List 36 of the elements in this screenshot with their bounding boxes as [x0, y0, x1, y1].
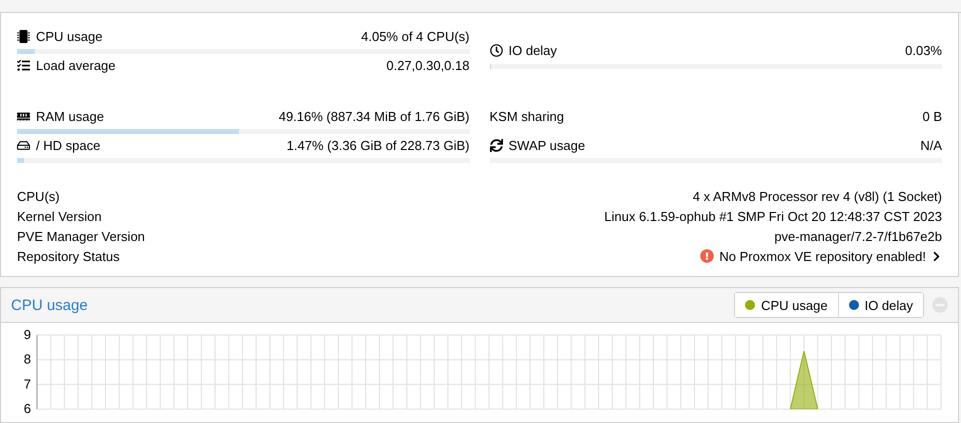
stat-label: IO delay: [508, 43, 557, 58]
stat-label: RAM usage: [36, 108, 104, 124]
stat-value: 0.27,0.30,0.18: [386, 58, 470, 72]
stat-label: SWAP usage: [508, 138, 586, 152]
axis-tick-label: 9: [24, 327, 31, 342]
chart-title: CPU usage: [11, 296, 88, 314]
clock-icon: [490, 44, 502, 57]
list-icon: [17, 58, 30, 72]
stat-value: 4.05% of 4 CPU(s): [361, 28, 470, 44]
info-label: PVE Manager Version: [17, 228, 145, 244]
stat-value: 49.16% (887.34 MiB of 1.76 GiB): [278, 108, 470, 124]
hard-drive-icon: [17, 138, 30, 152]
chip-icon: [17, 30, 30, 42]
memory-icon: [17, 110, 30, 122]
info-label: CPU(s): [17, 189, 60, 204]
stat-value: 0.03%: [905, 43, 942, 58]
info-value: Linux 6.1.59-ophub #1 SMP Fri Oct 20 12:48:37 CST 2023: [604, 209, 942, 224]
axis-tick-label: 6: [24, 401, 31, 416]
legend-toggle[interactable]: IO delay: [838, 293, 923, 317]
usage-area: [790, 350, 818, 410]
refresh-icon: [490, 138, 502, 152]
info-value: 4 x ARMv8 Processor rev 4 (v8l) (1 Socket): [692, 189, 942, 204]
stat-value: 0 B: [922, 108, 942, 124]
chevron-icon[interactable]: [931, 250, 942, 262]
stat-label: Load average: [36, 58, 116, 72]
axis-tick-label: 8: [24, 352, 31, 367]
stat-value: 1.47% (3.36 GiB of 228.73 GiB): [286, 138, 470, 152]
stat-value: N/A: [920, 138, 942, 152]
stat-label: CPU usage: [36, 28, 102, 44]
info-label: Kernel Version: [17, 209, 102, 224]
stat-label: KSM sharing: [490, 108, 564, 124]
axis-tick-label: 7: [24, 376, 31, 392]
stat-label: / HD space: [36, 138, 100, 152]
info-value: No Proxmox VE repository enabled!: [719, 248, 926, 264]
info-label: Repository Status: [17, 248, 120, 264]
info-value: pve-manager/7.2-7/f1b67e2b: [774, 228, 942, 244]
